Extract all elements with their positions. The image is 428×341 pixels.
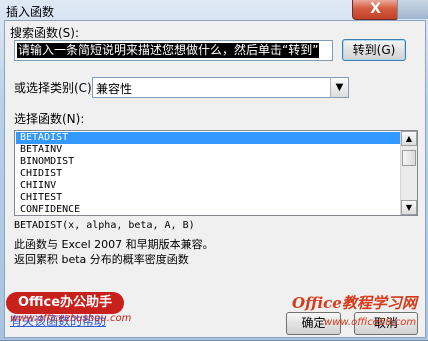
- function-list-label: 选择函数(N):: [14, 112, 85, 126]
- chevron-down-icon[interactable]: ▼: [330, 78, 348, 97]
- close-button[interactable]: X: [352, 0, 399, 20]
- watermark-left-badge: Office办公助手: [6, 292, 124, 314]
- list-item[interactable]: BINOMDIST: [16, 156, 400, 168]
- list-item[interactable]: CHIINV: [16, 180, 400, 192]
- dialog-title: 插入函数: [6, 5, 55, 19]
- search-input[interactable]: 请输入一条简短说明来描述您想做什么，然后单击“转到”: [14, 40, 333, 61]
- list-item[interactable]: BETADIST: [16, 132, 400, 144]
- function-signature: BETADIST(x, alpha, beta, A, B): [14, 220, 195, 231]
- title-bar-edge: [397, 0, 428, 19]
- function-list[interactable]: BETADIST BETAINV BINOMDIST CHIDIST CHIIN…: [14, 130, 418, 216]
- function-description: 返回累积 beta 分布的概率密度函数: [14, 253, 189, 266]
- scroll-down-icon[interactable]: ▼: [401, 200, 417, 215]
- title-bar[interactable]: 插入函数 X: [0, 0, 428, 20]
- close-icon: X: [370, 1, 381, 17]
- function-description-compat: 此函数与 Excel 2007 和早期版本兼容。: [14, 238, 214, 251]
- watermark-left-url: www.officezhushou.com: [10, 313, 132, 324]
- go-button[interactable]: 转到(G): [342, 39, 406, 61]
- function-list-scrollbar[interactable]: ▲ ▼: [400, 131, 417, 215]
- insert-function-dialog: 插入函数 X 搜索函数(S): 请输入一条简短说明来描述您想做什么，然后单击“转…: [0, 0, 428, 341]
- category-select[interactable]: 兼容性 ▼: [92, 77, 349, 98]
- function-list-items: BETADIST BETAINV BINOMDIST CHIDIST CHIIN…: [16, 132, 400, 216]
- list-item[interactable]: CHITEST: [16, 192, 400, 204]
- category-label: 或选择类别(C):: [14, 81, 96, 95]
- watermark-right-url: www.office68.com: [324, 317, 417, 328]
- category-selected-value: 兼容性: [96, 82, 133, 96]
- list-item[interactable]: CONFIDENCE: [16, 204, 400, 216]
- scroll-up-icon[interactable]: ▲: [401, 131, 417, 146]
- search-input-value: 请输入一条简短说明来描述您想做什么，然后单击“转到”: [17, 43, 320, 58]
- search-label: 搜索函数(S):: [10, 26, 80, 40]
- scroll-thumb[interactable]: [402, 150, 416, 166]
- list-item[interactable]: BETAINV: [16, 144, 400, 156]
- watermark-right-title: Office教程学习网: [292, 294, 417, 312]
- list-item[interactable]: CHIDIST: [16, 168, 400, 180]
